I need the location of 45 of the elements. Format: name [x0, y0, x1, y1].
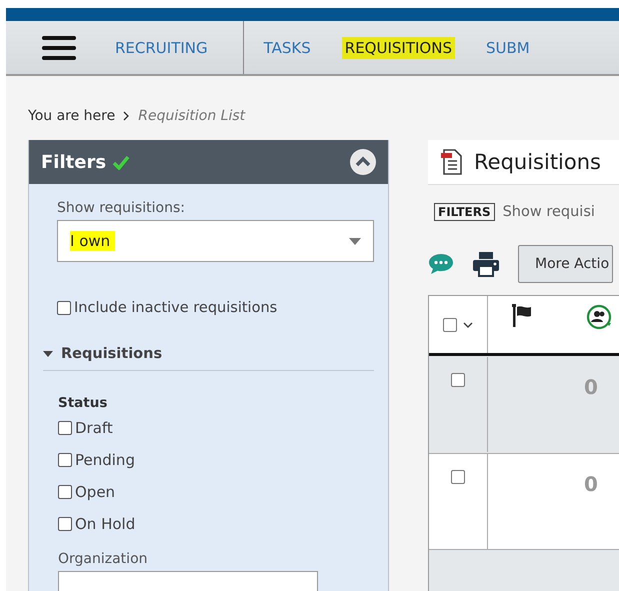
field-label: Organization: [58, 551, 149, 567]
checkbox-label: Pending: [75, 451, 135, 469]
chevron-down-icon[interactable]: [463, 322, 473, 328]
check-icon: [112, 154, 130, 170]
candidates-icon: [586, 304, 612, 330]
nav-tab[interactable]: SUBM: [482, 36, 533, 58]
checkbox-label: On Hold: [75, 515, 136, 533]
checkbox[interactable]: [58, 453, 72, 467]
breadcrumb-text: You are here: [28, 108, 116, 124]
dropdown-icon: [349, 238, 361, 244]
chevron-icon: [123, 111, 130, 121]
menu-icon[interactable]: [42, 34, 76, 60]
caret-icon[interactable]: [43, 351, 53, 357]
section-title: Requisitions: [61, 346, 162, 362]
checkbox[interactable]: [443, 318, 457, 332]
nav-tab[interactable]: RECRUITING: [112, 36, 211, 58]
nav-tab[interactable]: TASKS: [260, 36, 314, 58]
checkbox-label: Include inactive requisitions: [74, 300, 278, 316]
chat-icon[interactable]: [428, 253, 454, 275]
checkbox[interactable]: [58, 485, 72, 499]
checkbox[interactable]: [451, 470, 465, 484]
breadcrumb-link[interactable]: Requisition List: [138, 108, 246, 124]
organization-select[interactable]: [58, 571, 318, 591]
panel-title: Filters: [41, 152, 106, 172]
filters-tag[interactable]: FILTERS: [434, 203, 495, 221]
count-cell: 0: [584, 472, 598, 496]
select-value: I own: [70, 231, 116, 251]
checkbox-label: Open: [75, 483, 116, 501]
checkbox[interactable]: [57, 301, 71, 315]
status-label: Status: [58, 395, 108, 411]
count-cell: 0: [584, 375, 598, 399]
print-icon[interactable]: [472, 251, 500, 277]
more-actions-button[interactable]: More Actio: [518, 245, 613, 283]
filters-summary: Show requisi: [502, 204, 595, 220]
page-title: Requisitions: [474, 150, 601, 174]
collapse-icon[interactable]: [350, 149, 376, 175]
show-select[interactable]: I own: [57, 220, 374, 262]
checkbox[interactable]: [58, 421, 72, 435]
document-icon: [440, 148, 464, 176]
field-label: Show requisitions:: [57, 200, 186, 216]
checkbox[interactable]: [58, 517, 72, 531]
table-row[interactable]: 0: [429, 356, 619, 454]
checkbox-label: Draft: [75, 419, 113, 437]
checkbox[interactable]: [451, 373, 465, 387]
nav-tab[interactable]: REQUISITIONS: [342, 36, 455, 58]
